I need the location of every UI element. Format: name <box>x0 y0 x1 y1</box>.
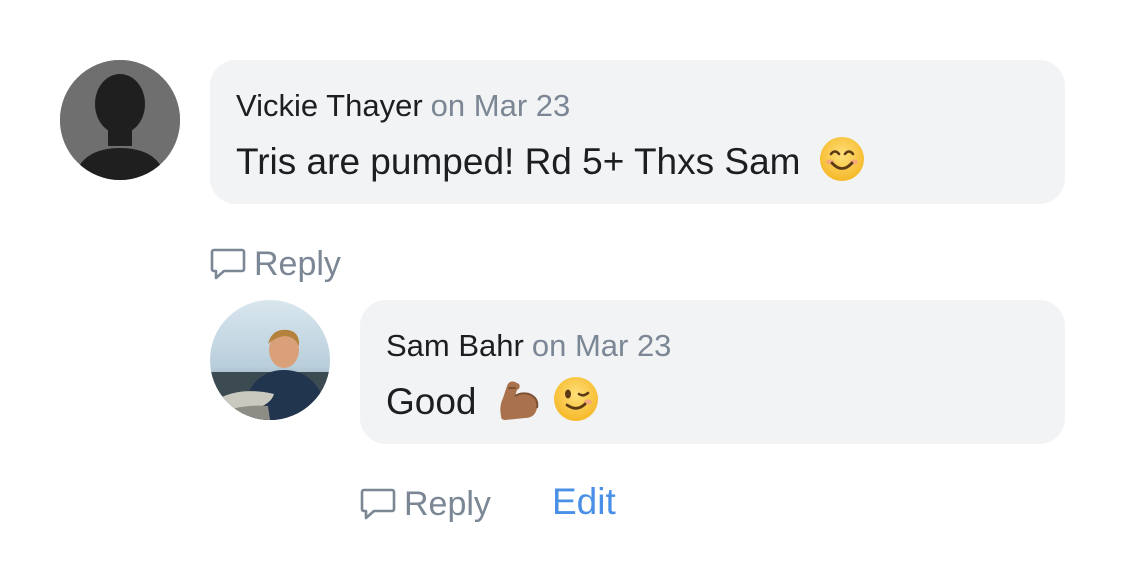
comment-date: on Mar 23 <box>531 328 672 363</box>
reply-button[interactable]: Reply <box>360 484 491 524</box>
speech-bubble-icon <box>210 248 246 280</box>
comment-meta: Vickie Thayer on Mar 23 <box>236 88 570 124</box>
flexed-biceps-icon <box>495 376 543 432</box>
reply-label: Reply <box>404 485 491 523</box>
comment-text-body: Tris are pumped! Rd 5+ Thxs Sam <box>236 141 801 182</box>
winking-face-icon <box>553 376 599 432</box>
comment-author[interactable]: Sam Bahr <box>386 328 524 363</box>
comment-bubble: Vickie Thayer on Mar 23 Tris are pumped! … <box>210 60 1065 204</box>
comment-date: on Mar 23 <box>430 88 571 123</box>
comment-meta: Sam Bahr on Mar 23 <box>386 328 671 364</box>
speech-bubble-icon <box>360 488 396 520</box>
edit-button[interactable]: Edit <box>552 482 616 522</box>
reply-button[interactable]: Reply <box>210 244 341 284</box>
comment-text: Tris are pumped! Rd 5+ Thxs Sam <box>236 136 865 192</box>
comment-bubble: Sam Bahr on Mar 23 Good <box>360 300 1065 444</box>
comment-author[interactable]: Vickie Thayer <box>236 88 423 123</box>
avatar[interactable] <box>210 300 330 420</box>
smiling-face-icon <box>819 136 865 192</box>
person-silhouette-icon <box>60 60 180 180</box>
reply-label: Reply <box>254 245 341 283</box>
user-photo-icon <box>210 300 330 420</box>
comment-text: Good <box>386 376 599 432</box>
avatar[interactable] <box>60 60 180 180</box>
comment-text-body: Good <box>386 381 477 422</box>
